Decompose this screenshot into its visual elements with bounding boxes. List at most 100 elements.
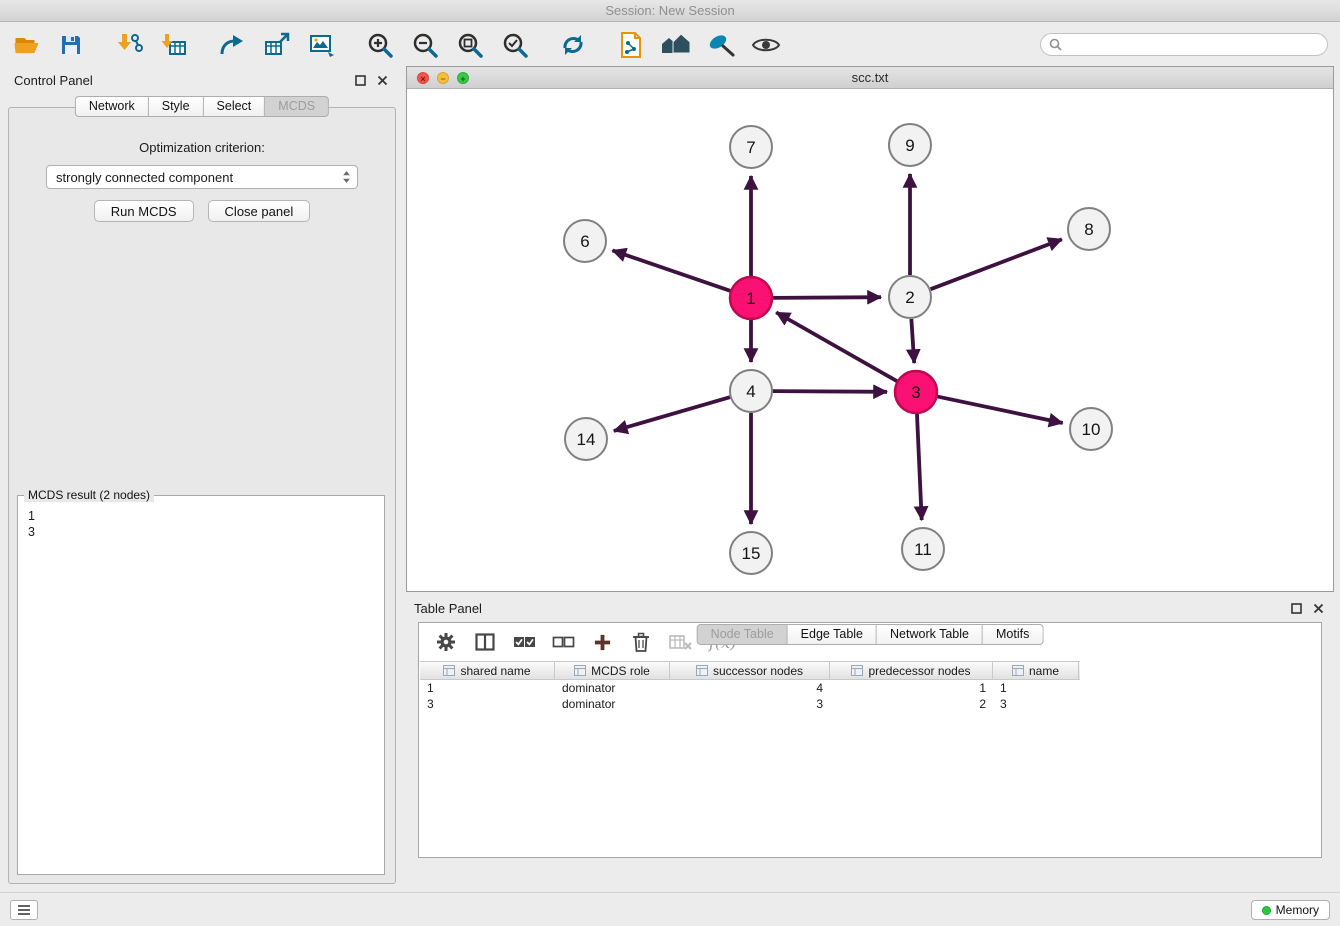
- maximize-window-icon[interactable]: +: [457, 72, 469, 84]
- table-cell-mcds-role[interactable]: dominator: [555, 697, 670, 711]
- table-cell-mcds-role[interactable]: dominator: [555, 681, 670, 695]
- export-network-icon[interactable]: [216, 29, 248, 61]
- search-icon: [1049, 38, 1062, 51]
- close-table-panel-icon[interactable]: [1310, 600, 1326, 616]
- network-canvas[interactable]: 7968124314101511: [407, 89, 1333, 591]
- graph-edge-2-8[interactable]: [931, 239, 1062, 289]
- table-cell-shared-name[interactable]: 1: [420, 681, 555, 695]
- tab-select[interactable]: Select: [204, 96, 266, 117]
- import-network-from-file-icon[interactable]: [113, 29, 145, 61]
- task-history-button[interactable]: [10, 900, 38, 920]
- mcds-result-line: 1: [28, 508, 374, 524]
- graph-node-label: 6: [580, 232, 589, 251]
- graph-edge-1-6[interactable]: [612, 250, 730, 290]
- graph-edge-3-11[interactable]: [917, 414, 922, 520]
- graph-node-label: 7: [746, 138, 755, 157]
- control-panel-tabs: Network Style Select MCDS: [75, 96, 329, 117]
- close-window-icon[interactable]: ×: [417, 72, 429, 84]
- show-graphics-details-icon[interactable]: [750, 29, 782, 61]
- network-view-window: × − + scc.txt 7968124314101511: [406, 66, 1334, 592]
- graph-edge-1-2[interactable]: [773, 297, 881, 298]
- control-panel-header: Control Panel: [6, 68, 398, 92]
- graph-edge-3-1[interactable]: [776, 312, 897, 381]
- graph-edge-4-3[interactable]: [773, 391, 887, 392]
- table-cell-shared-name[interactable]: 3: [420, 697, 555, 711]
- mcds-result-list: 1 3: [18, 496, 384, 552]
- graph-edge-4-14[interactable]: [614, 397, 730, 431]
- clear-selection-icon[interactable]: [551, 630, 575, 654]
- table-panel-tabs: Node Table Edge Table Network Table Moti…: [697, 624, 1044, 884]
- float-table-panel-icon[interactable]: [1288, 600, 1304, 616]
- window-title: Session: New Session: [605, 3, 734, 18]
- column-type-icon: [443, 665, 455, 676]
- delete-table-icon[interactable]: [668, 630, 692, 654]
- zoom-selected-icon[interactable]: [499, 29, 531, 61]
- close-panel-icon[interactable]: [374, 72, 390, 88]
- export-table-icon[interactable]: [261, 29, 293, 61]
- control-panel: Control Panel Network Style Select MCDS …: [6, 68, 398, 886]
- network-canvas-area: 7968124314101511: [407, 89, 1333, 591]
- tab-edge-table[interactable]: Edge Table: [788, 624, 877, 645]
- home-icon[interactable]: [660, 29, 692, 61]
- tab-mcds[interactable]: MCDS: [265, 96, 329, 117]
- table-panel-title: Table Panel: [414, 601, 482, 616]
- memory-status-icon: [1262, 906, 1271, 915]
- run-mcds-button[interactable]: Run MCDS: [94, 200, 194, 222]
- mcds-result-box: MCDS result (2 nodes) 1 3: [17, 495, 385, 875]
- table-panel: Table Panel: [406, 596, 1334, 888]
- graph-node-label: 11: [914, 540, 932, 559]
- graph-edge-2-3[interactable]: [911, 319, 914, 363]
- float-panel-icon[interactable]: [352, 72, 368, 88]
- list-icon: [17, 904, 31, 916]
- column-header-shared-name[interactable]: shared name: [420, 662, 555, 679]
- mcds-result-title: MCDS result (2 nodes): [24, 488, 154, 502]
- toolbar-search[interactable]: [1040, 33, 1328, 56]
- tab-motifs[interactable]: Motifs: [983, 624, 1043, 645]
- graph-node-label: 9: [905, 136, 914, 155]
- table-panel-header: Table Panel: [406, 596, 1334, 620]
- network-window-title: scc.txt: [852, 70, 889, 85]
- settings-gear-icon[interactable]: [434, 630, 458, 654]
- zoom-in-icon[interactable]: [364, 29, 396, 61]
- delete-column-icon[interactable]: [629, 630, 653, 654]
- add-column-icon[interactable]: [590, 630, 614, 654]
- save-session-icon[interactable]: [55, 29, 87, 61]
- toggle-columns-icon[interactable]: [473, 630, 497, 654]
- optimization-criterion-label: Optimization criterion:: [9, 140, 395, 155]
- close-panel-button[interactable]: Close panel: [208, 200, 311, 222]
- graph-node-label: 8: [1084, 220, 1093, 239]
- mcds-result-line: 3: [28, 524, 374, 540]
- memory-button[interactable]: Memory: [1251, 900, 1330, 920]
- mcds-panel: Optimization criterion: strongly connect…: [8, 107, 396, 884]
- graph-node-label: 2: [905, 288, 914, 307]
- graph-node-label: 10: [1082, 420, 1101, 439]
- graph-edge-3-10[interactable]: [938, 397, 1063, 423]
- traffic-lights: × − +: [417, 72, 469, 84]
- graph-node-label: 15: [742, 544, 761, 563]
- status-bar: Memory: [0, 892, 1340, 926]
- minimize-window-icon[interactable]: −: [437, 72, 449, 84]
- criterion-dropdown[interactable]: strongly connected component: [46, 165, 358, 189]
- memory-label: Memory: [1276, 903, 1319, 917]
- tab-network[interactable]: Network: [75, 96, 149, 117]
- apply-layout-icon[interactable]: [557, 29, 589, 61]
- tab-network-table[interactable]: Network Table: [877, 624, 983, 645]
- main-toolbar: [0, 23, 1340, 66]
- open-file-icon[interactable]: [10, 29, 42, 61]
- column-header-mcds-role[interactable]: MCDS role: [555, 662, 670, 679]
- search-input[interactable]: [1067, 36, 1319, 53]
- graph-node-label: 4: [746, 382, 755, 401]
- network-window-titlebar: × − + scc.txt: [407, 67, 1333, 89]
- export-image-icon[interactable]: [306, 29, 338, 61]
- network-document-icon[interactable]: [615, 29, 647, 61]
- style-paint-icon[interactable]: [705, 29, 737, 61]
- graph-node-label: 3: [911, 383, 920, 402]
- tab-node-table[interactable]: Node Table: [697, 624, 788, 645]
- zoom-fit-icon[interactable]: [454, 29, 486, 61]
- select-all-icon[interactable]: [512, 630, 536, 654]
- import-table-from-file-icon[interactable]: [158, 29, 190, 61]
- zoom-out-icon[interactable]: [409, 29, 441, 61]
- tab-style[interactable]: Style: [149, 96, 204, 117]
- dropdown-arrows-icon: [342, 170, 351, 184]
- window-titlebar: Session: New Session: [0, 0, 1340, 22]
